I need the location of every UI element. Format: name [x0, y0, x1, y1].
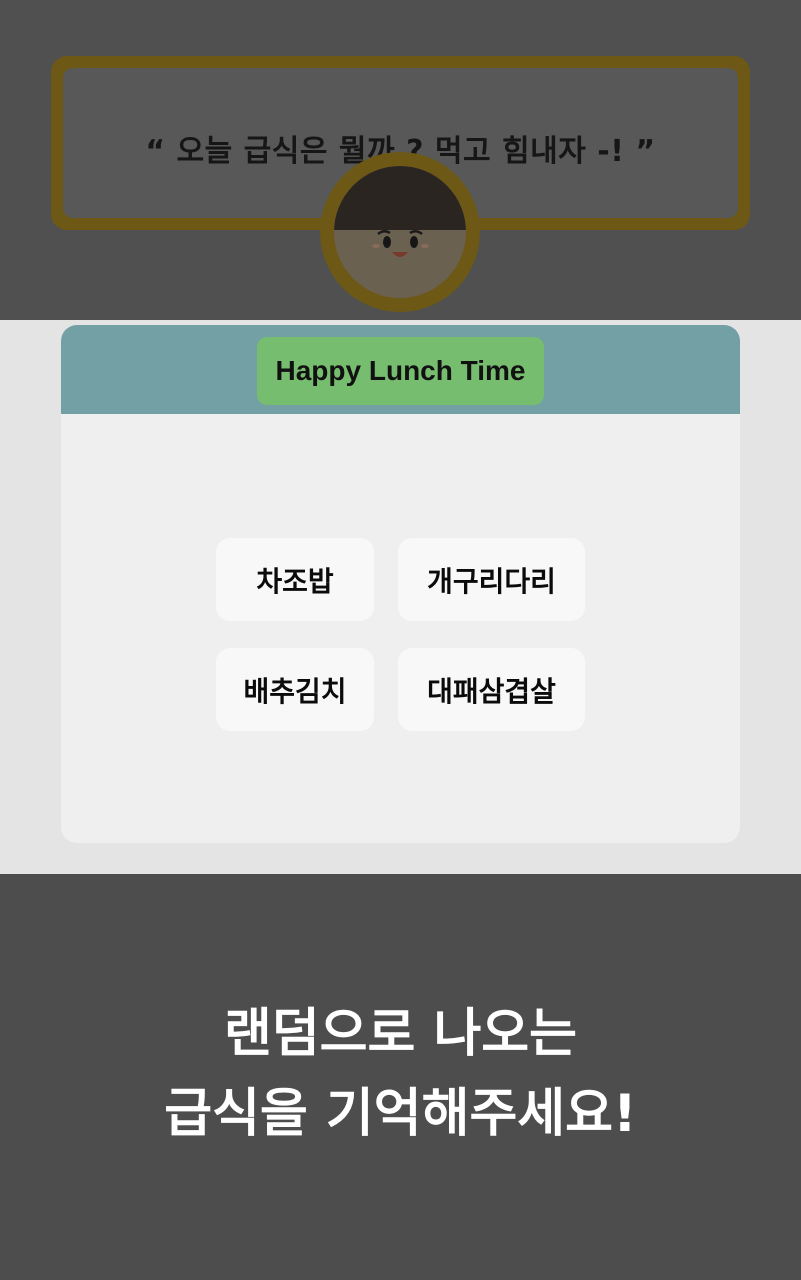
menu-item-button[interactable]: 차조밥: [216, 538, 374, 621]
menu-item-button[interactable]: 대패삼겹살: [398, 648, 585, 731]
mascot-features: [372, 230, 429, 257]
menu-item-button[interactable]: 개구리다리: [398, 538, 585, 621]
instruction-line-1: 랜덤으로 나오는: [224, 1004, 577, 1064]
instruction-line-2: 급식을 기억해주세요!: [164, 1084, 637, 1144]
smiling-face-icon: [334, 166, 466, 298]
menu-item-button[interactable]: 배추김치: [216, 648, 374, 731]
instruction-text: 랜덤으로 나오는 급식을 기억해주세요!: [0, 994, 801, 1154]
card-title: Happy Lunch Time: [257, 337, 544, 405]
card-header: Happy Lunch Time: [61, 325, 740, 414]
